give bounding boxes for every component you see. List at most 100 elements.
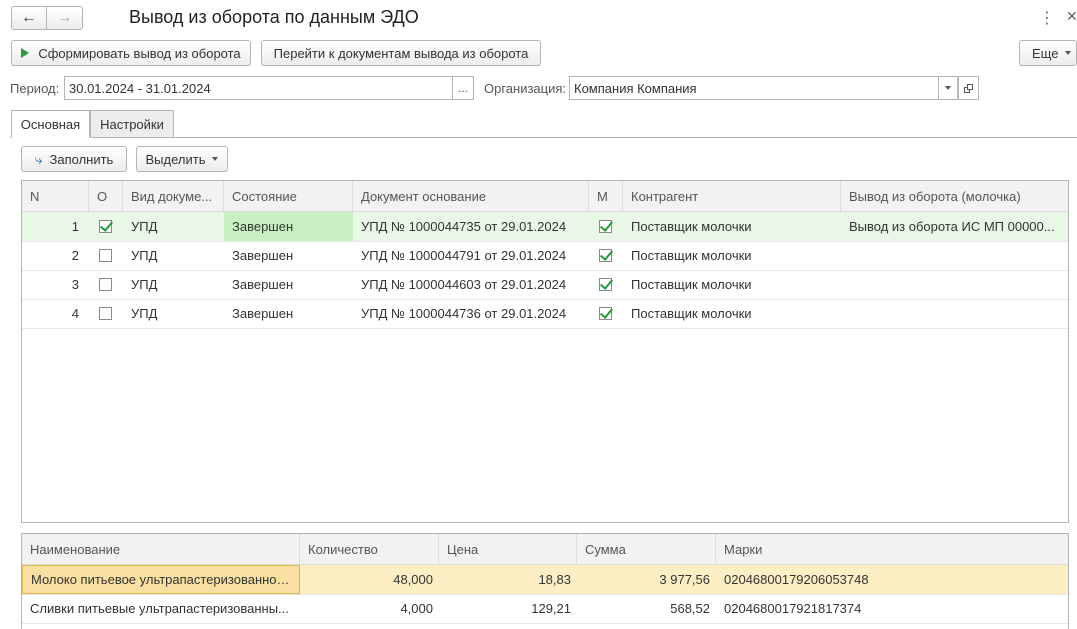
row-doc: УПД № 1000044735 от 29.01.2024 <box>361 219 567 234</box>
org-open-button[interactable] <box>958 76 979 100</box>
row-o-checkbox-cell[interactable] <box>89 270 123 299</box>
checkbox[interactable] <box>599 220 612 233</box>
goods-qty: 48,000 <box>393 572 433 587</box>
table-row[interactable]: Молоко питьевое ультрапастеризованное...… <box>22 565 1068 595</box>
row-m-checkbox-cell[interactable] <box>589 270 623 299</box>
row-state[interactable]: Завершен <box>224 212 353 241</box>
table-row[interactable]: 1 УПД Завершен УПД № 1000044735 от 29.01… <box>22 212 1068 242</box>
row-number: 1 <box>71 219 79 234</box>
checkbox[interactable] <box>99 278 112 291</box>
col-n[interactable]: N <box>22 181 89 211</box>
col-output[interactable]: Вывод из оборота (молочка) <box>841 181 1068 211</box>
row-number: 3 <box>71 277 79 292</box>
col-doc[interactable]: Документ основание <box>353 181 589 211</box>
col-price[interactable]: Цена <box>439 534 577 564</box>
table-row[interactable]: 4 УПД Завершен УПД № 1000044736 от 29.01… <box>22 299 1068 329</box>
checkbox[interactable] <box>599 278 612 291</box>
row-o-checkbox-cell[interactable] <box>89 241 123 270</box>
row-number: 4 <box>71 306 79 321</box>
table-row[interactable]: Сливки питьевые ультрапастеризованны... … <box>22 594 1068 624</box>
col-name[interactable]: Наименование <box>22 534 300 564</box>
row-m-checkbox-cell[interactable] <box>589 212 623 241</box>
row-state: Завершен <box>232 277 294 292</box>
table-row[interactable]: 2 УПД Завершен УПД № 1000044791 от 29.01… <box>22 241 1068 271</box>
table-row[interactable]: 3 УПД Завершен УПД № 1000044603 от 29.01… <box>22 270 1068 300</box>
goods-qty: 4,000 <box>400 601 433 616</box>
col-sum[interactable]: Сумма <box>577 534 716 564</box>
goods-sum: 3 977,56 <box>659 572 710 587</box>
col-partner[interactable]: Контрагент <box>623 181 841 211</box>
row-number: 2 <box>71 248 79 263</box>
checkbox[interactable] <box>99 220 112 233</box>
forward-button[interactable]: → <box>46 6 83 30</box>
row-m-checkbox-cell[interactable] <box>589 241 623 270</box>
row-partner: Поставщик молочки <box>631 219 752 234</box>
tab-settings[interactable]: Настройки <box>90 110 174 138</box>
page-title: Вывод из оборота по данным ЭДО <box>129 7 419 27</box>
row-kind: УПД <box>131 277 158 292</box>
goods-sum: 568,52 <box>670 601 710 616</box>
documents-table[interactable]: N О Вид докуме... Состояние Документ осн… <box>21 180 1069 523</box>
caret-down-icon <box>212 157 219 161</box>
period-select-button[interactable]: ... <box>452 76 474 100</box>
row-kind: УПД <box>131 248 158 263</box>
row-kind: УПД <box>131 219 158 234</box>
period-input[interactable]: 30.01.2024 - 31.01.2024 <box>64 76 453 100</box>
open-window-icon <box>964 83 973 93</box>
arrow-right-icon: → <box>56 9 73 26</box>
form-output-button[interactable]: Сформировать вывод из оборота <box>11 40 251 66</box>
goods-price: 18,83 <box>538 572 571 587</box>
row-partner: Поставщик молочки <box>631 248 752 263</box>
row-output[interactable] <box>841 299 1068 328</box>
period-label: Период: <box>10 81 60 96</box>
row-m-checkbox-cell[interactable] <box>589 299 623 328</box>
close-icon[interactable]: ✕ <box>1066 8 1077 25</box>
row-output[interactable]: Вывод из оборота ИС МП 00000... <box>841 212 1068 241</box>
caret-down-icon <box>945 86 951 90</box>
goods-price: 129,21 <box>531 601 571 616</box>
checkbox[interactable] <box>99 249 112 262</box>
row-o-checkbox-cell[interactable] <box>89 212 123 241</box>
row-state: Завершен <box>232 306 294 321</box>
goods-table-header: Наименование Количество Цена Сумма Марки <box>22 534 1068 565</box>
col-qty[interactable]: Количество <box>300 534 439 564</box>
select-button[interactable]: Выделить <box>136 146 228 172</box>
fill-arrow-icon: ⤷ <box>34 150 43 167</box>
goods-marks: 0204680017921817374 <box>724 601 862 616</box>
fill-button[interactable]: ⤷ Заполнить <box>21 146 127 172</box>
row-state: Завершен <box>232 248 294 263</box>
checkbox[interactable] <box>99 307 112 320</box>
org-label: Организация: <box>484 81 567 96</box>
more-button[interactable]: Еще <box>1019 40 1077 66</box>
col-state[interactable]: Состояние <box>224 181 353 211</box>
back-button[interactable]: ← <box>11 6 47 30</box>
col-marks[interactable]: Марки <box>716 534 1068 564</box>
row-doc: УПД № 1000044736 от 29.01.2024 <box>361 306 567 321</box>
col-m[interactable]: М <box>589 181 623 211</box>
documents-table-header: N О Вид докуме... Состояние Документ осн… <box>22 181 1068 212</box>
goods-name[interactable]: Молоко питьевое ультрапастеризованное... <box>22 565 300 594</box>
checkbox[interactable] <box>599 307 612 320</box>
org-dropdown-button[interactable] <box>938 76 958 100</box>
more-vert-icon[interactable]: ⋮ <box>1039 8 1055 28</box>
row-kind: УПД <box>131 306 158 321</box>
goods-marks: 0204680017920605374​8 <box>724 572 869 587</box>
row-o-checkbox-cell[interactable] <box>89 299 123 328</box>
row-doc: УПД № 1000044791 от 29.01.2024 <box>361 248 567 263</box>
play-icon <box>21 48 30 58</box>
caret-down-icon <box>1065 51 1072 55</box>
row-partner: Поставщик молочки <box>631 306 752 321</box>
tab-main[interactable]: Основная <box>11 110 90 138</box>
row-doc: УПД № 1000044603 от 29.01.2024 <box>361 277 567 292</box>
row-partner: Поставщик молочки <box>631 277 752 292</box>
goto-docs-button[interactable]: Перейти к документам вывода из оборота <box>261 40 541 66</box>
goods-name[interactable]: Сливки питьевые ультрапастеризованны... <box>22 594 300 623</box>
col-kind[interactable]: Вид докуме... <box>123 181 224 211</box>
goods-table[interactable]: Наименование Количество Цена Сумма Марки… <box>21 533 1069 629</box>
col-o[interactable]: О <box>89 181 123 211</box>
checkbox[interactable] <box>599 249 612 262</box>
row-output[interactable] <box>841 241 1068 270</box>
arrow-left-icon: ← <box>21 9 37 26</box>
row-output[interactable] <box>841 270 1068 299</box>
org-input[interactable]: Компания Компания <box>569 76 939 100</box>
